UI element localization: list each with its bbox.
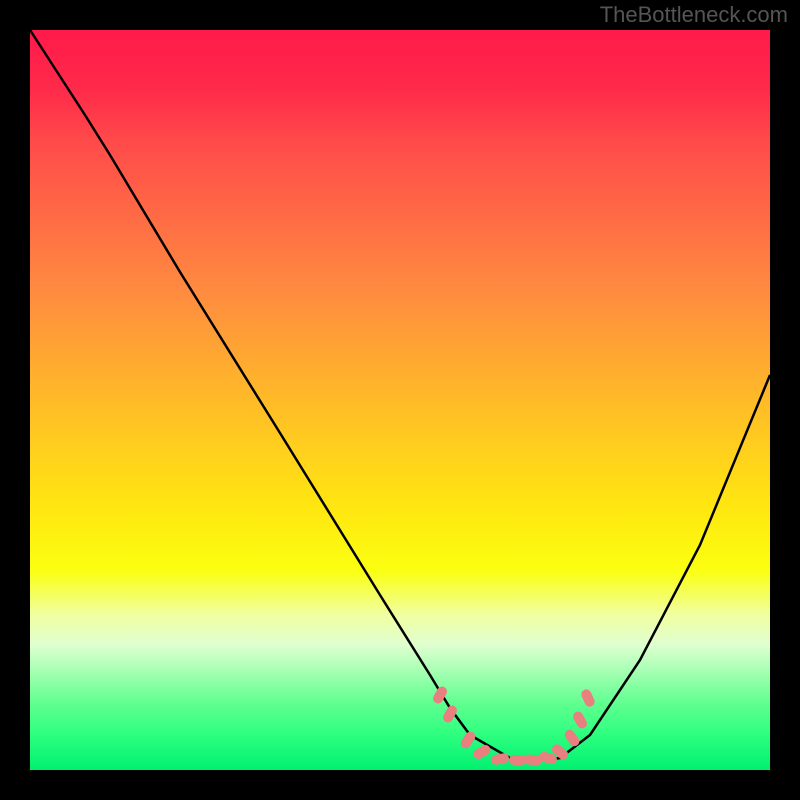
curve-path: [30, 30, 770, 760]
marker-pill: [441, 704, 459, 725]
marker-pill: [571, 710, 589, 731]
chart-plot-area: [30, 30, 770, 770]
marker-pill: [490, 753, 509, 766]
chart-svg: [30, 30, 770, 770]
marker-pill: [580, 688, 597, 709]
bottleneck-markers: [431, 685, 596, 766]
marker-pill: [459, 730, 478, 750]
watermark-text: TheBottleneck.com: [600, 2, 788, 28]
bottleneck-curve: [30, 30, 770, 760]
